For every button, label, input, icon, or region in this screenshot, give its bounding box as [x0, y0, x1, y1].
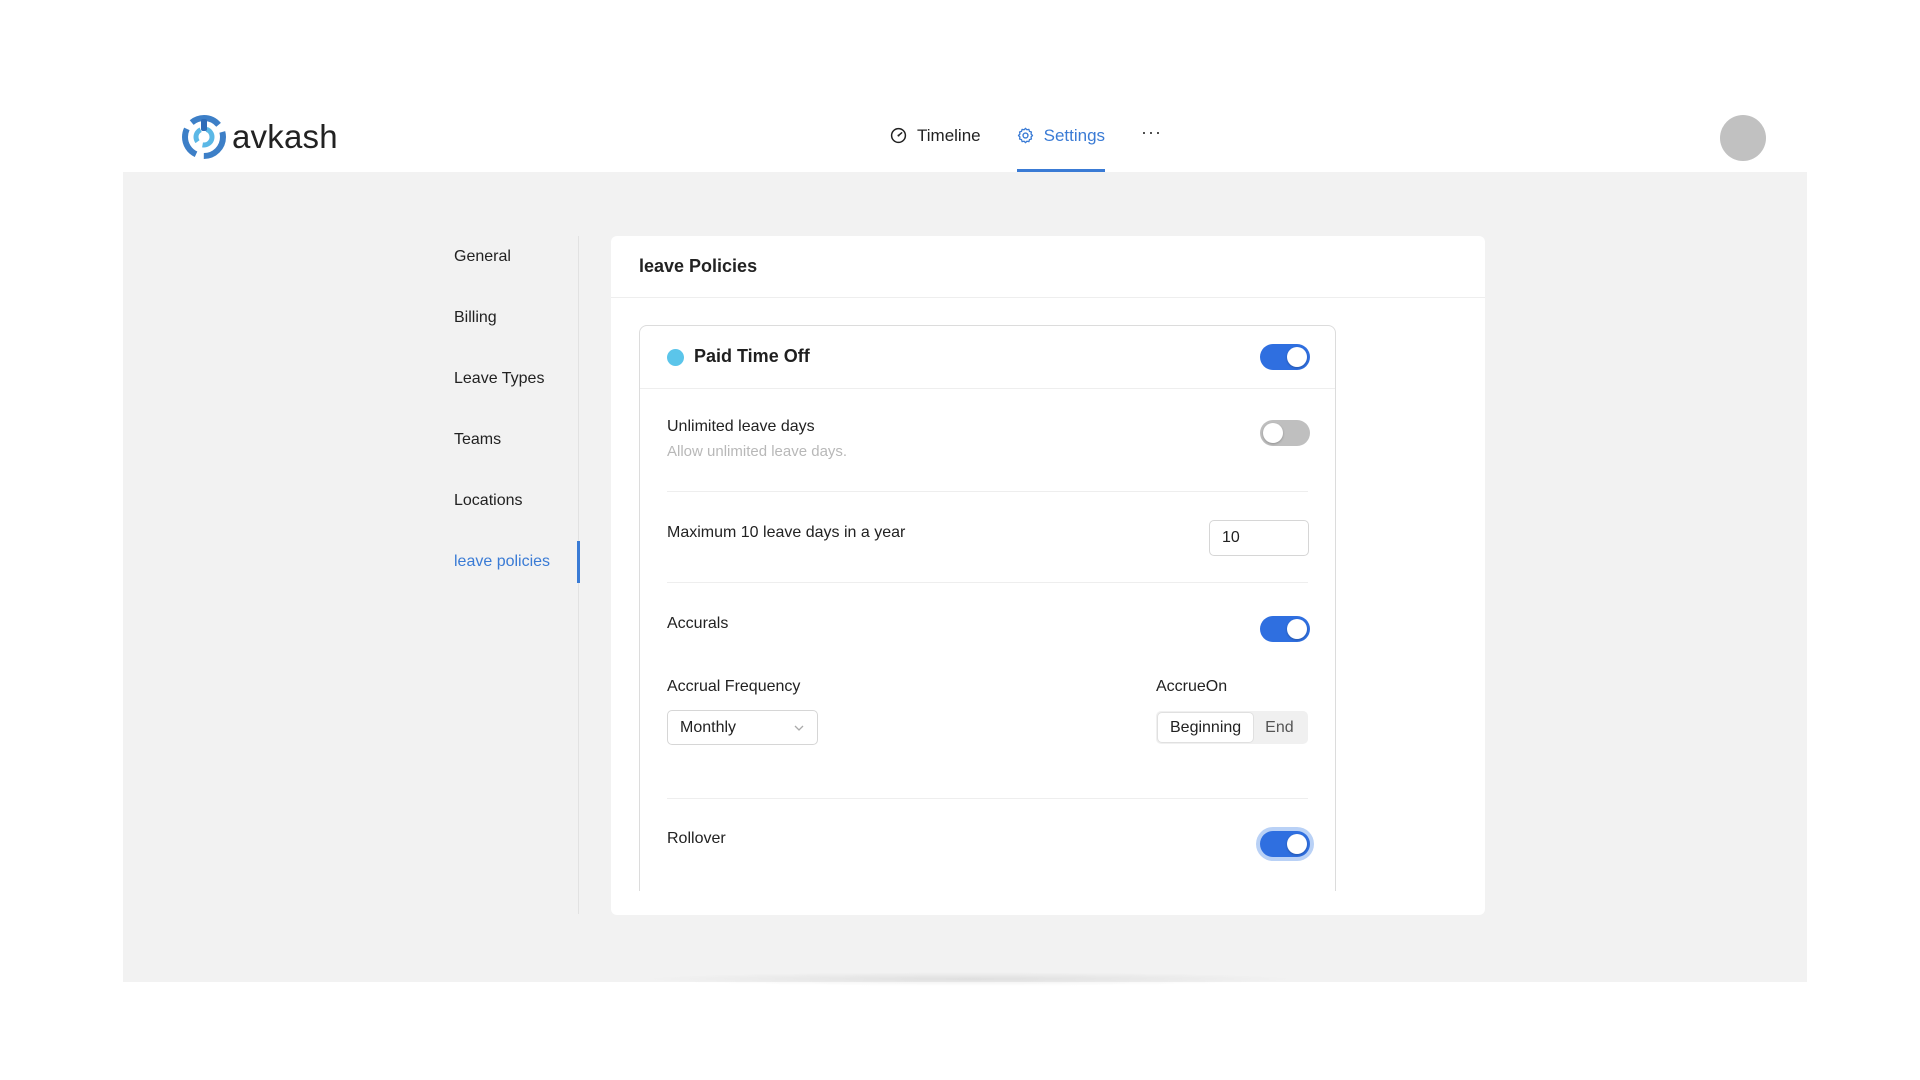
divider [667, 798, 1308, 799]
app-name: avkash [232, 118, 338, 155]
toggle-knob [1287, 619, 1307, 639]
maximum-days-input[interactable] [1209, 520, 1309, 556]
nav-settings[interactable]: Settings [1016, 118, 1106, 172]
chevron-down-icon [794, 725, 804, 731]
policy-color-dot [667, 349, 684, 366]
policy-enabled-toggle[interactable] [1260, 344, 1310, 370]
sidebar-item-leave-types[interactable]: Leave Types [454, 358, 578, 400]
sidebar-item-locations[interactable]: Locations [454, 480, 578, 522]
accrual-frequency-value: Monthly [680, 718, 737, 736]
accrual-frequency-label: Accrual Frequency [667, 678, 801, 695]
user-avatar[interactable] [1720, 115, 1766, 161]
panel-header: leave Policies [611, 236, 1485, 298]
rollover-toggle[interactable] [1260, 831, 1310, 857]
policy-card: Paid Time Off Unlimited leave days Allow… [639, 325, 1336, 891]
settings-sidebar: General Billing Leave Types Teams Locati… [454, 236, 580, 914]
accrue-on-end[interactable]: End [1253, 713, 1305, 742]
avkash-logo-icon [182, 115, 226, 159]
nav-settings-label: Settings [1043, 126, 1106, 145]
leave-policies-panel: leave Policies Paid Time Off Unlimited l… [611, 236, 1485, 915]
accrue-on-beginning[interactable]: Beginning [1158, 713, 1254, 742]
accrue-on-label: AccrueOn [1156, 678, 1228, 695]
top-header: avkash Timeline Settings ··· [0, 0, 1920, 172]
sidebar-item-billing[interactable]: Billing [454, 297, 578, 339]
sidebar-item-leave-policies[interactable]: leave policies [454, 541, 580, 583]
nav-more-button[interactable]: ··· [1141, 118, 1162, 172]
toggle-knob [1263, 423, 1283, 443]
gauge-icon [890, 127, 907, 144]
unlimited-toggle[interactable] [1260, 420, 1310, 446]
policy-card-header: Paid Time Off [640, 326, 1335, 389]
sidebar-item-teams[interactable]: Teams [454, 419, 578, 461]
toggle-knob [1287, 347, 1307, 367]
more-icon: ··· [1141, 122, 1163, 142]
app-logo[interactable]: avkash [182, 115, 338, 159]
accruals-toggle[interactable] [1260, 616, 1310, 642]
sidebar-item-general[interactable]: General [454, 236, 578, 278]
maximum-label: Maximum 10 leave days in a year [667, 524, 906, 541]
unlimited-description: Allow unlimited leave days. [667, 443, 848, 460]
bottom-shadow [640, 972, 1300, 986]
accruals-label: Accurals [667, 615, 729, 632]
accrual-frequency-select[interactable]: Monthly [667, 710, 818, 745]
unlimited-label: Unlimited leave days [667, 418, 815, 435]
rollover-label: Rollover [667, 830, 726, 847]
gear-icon [1017, 127, 1033, 144]
nav-timeline[interactable]: Timeline [890, 118, 981, 172]
toggle-knob [1287, 834, 1307, 854]
divider [667, 582, 1308, 583]
main-nav: Timeline Settings ··· [890, 118, 1162, 172]
accrue-on-segmented: Beginning End [1156, 711, 1308, 744]
divider [667, 491, 1308, 492]
nav-timeline-label: Timeline [917, 126, 981, 145]
panel-title: leave Policies [639, 256, 758, 276]
policy-name: Paid Time Off [694, 346, 810, 366]
